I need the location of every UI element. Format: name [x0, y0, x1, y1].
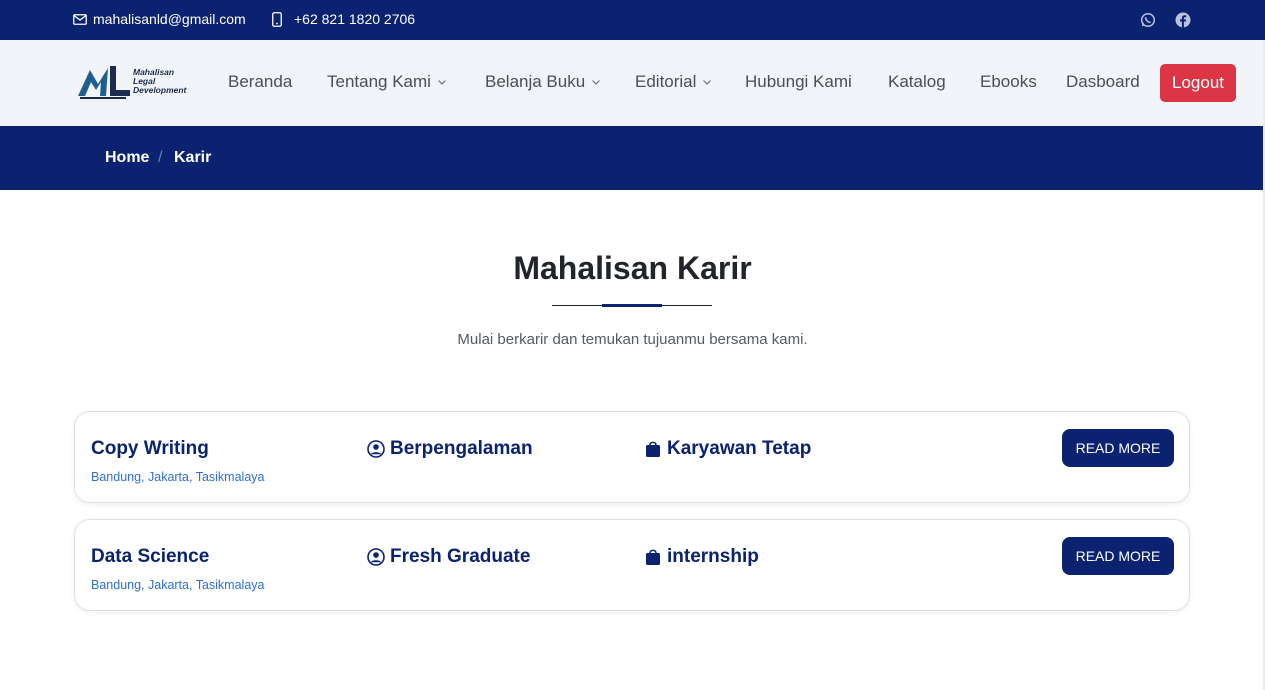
main-navbar: Mahalisan Legal Development Beranda Tent… [0, 40, 1265, 126]
logo-line-3: Development [133, 85, 187, 95]
nav-item-beranda[interactable]: Beranda [228, 72, 292, 92]
logo-text: Mahalisan Legal Development [133, 68, 186, 95]
nav-label: Hubungi Kami [745, 72, 852, 91]
site-logo[interactable]: Mahalisan Legal Development [76, 62, 206, 104]
nav-label: Belanja Buku [485, 72, 586, 91]
shopping-bag-icon [646, 549, 660, 565]
top-contact-bar: mahalisanld@gmail.com +62 821 1820 2706 [0, 0, 1265, 40]
job-type-text: internship [667, 546, 759, 567]
job-experience: Berpengalaman [367, 438, 533, 460]
job-type: Karyawan Tetap [644, 438, 811, 460]
job-locations: Bandung, Jakarta, Tasikmalaya [91, 578, 265, 592]
job-title[interactable]: Copy Writing [91, 438, 209, 460]
job-card: Data Science Bandung, Jakarta, Tasikmala… [74, 519, 1190, 611]
title-divider-accent [602, 304, 662, 307]
job-title[interactable]: Data Science [91, 546, 209, 568]
chevron-down-icon [703, 80, 712, 85]
nav-label: Editorial [635, 72, 697, 91]
nav-item-ebooks[interactable]: Ebooks [980, 72, 1037, 92]
nav-item-dasboard[interactable]: Dasboard [1066, 72, 1140, 92]
envelope-icon [73, 13, 87, 25]
user-circle-icon [367, 440, 385, 458]
mld-logo-icon [78, 66, 130, 99]
nav-item-tentang-kami[interactable]: Tentang Kami [327, 72, 447, 92]
whatsapp-icon[interactable] [1140, 12, 1156, 28]
phone-text: +62 821 1820 2706 [294, 11, 416, 27]
phone-contact[interactable]: +62 821 1820 2706 [272, 11, 415, 27]
user-circle-icon [367, 548, 385, 566]
breadcrumb-current: Karir [174, 149, 212, 166]
email-text: mahalisanld@gmail.com [93, 11, 246, 27]
facebook-icon[interactable] [1175, 12, 1191, 28]
nav-label: Katalog [888, 72, 946, 91]
breadcrumb-home-link[interactable]: Home [105, 149, 149, 167]
chevron-down-icon [592, 80, 601, 85]
phone-icon [272, 11, 282, 27]
read-more-button[interactable]: READ MORE [1062, 537, 1174, 575]
job-experience-text: Berpengalaman [390, 438, 533, 459]
nav-label: Tentang Kami [327, 72, 431, 91]
nav-item-hubungi-kami[interactable]: Hubungi Kami [745, 72, 852, 92]
nav-item-editorial[interactable]: Editorial [635, 72, 712, 92]
job-experience: Fresh Graduate [367, 546, 530, 568]
job-experience-text: Fresh Graduate [390, 546, 531, 567]
read-more-button[interactable]: READ MORE [1062, 429, 1174, 467]
breadcrumb: Home / Karir [0, 126, 1265, 190]
job-type-text: Karyawan Tetap [667, 438, 812, 459]
nav-label: Dasboard [1066, 72, 1140, 91]
logout-button[interactable]: Logout [1160, 64, 1236, 102]
nav-item-katalog[interactable]: Katalog [888, 72, 946, 92]
nav-item-belanja-buku[interactable]: Belanja Buku [485, 72, 601, 92]
job-locations: Bandung, Jakarta, Tasikmalaya [91, 470, 265, 484]
email-contact[interactable]: mahalisanld@gmail.com [73, 11, 246, 27]
breadcrumb-separator: / [158, 149, 163, 166]
chevron-down-icon [438, 80, 446, 85]
page-title: Mahalisan Karir [513, 250, 752, 286]
job-card: Copy Writing Bandung, Jakarta, Tasikmala… [74, 411, 1190, 503]
shopping-bag-icon [646, 441, 660, 457]
job-type: internship [644, 546, 759, 568]
page-subtitle: Mulai berkarir dan temukan tujuanmu bers… [457, 331, 808, 348]
nav-label: Ebooks [980, 72, 1037, 91]
nav-label: Beranda [228, 72, 293, 91]
